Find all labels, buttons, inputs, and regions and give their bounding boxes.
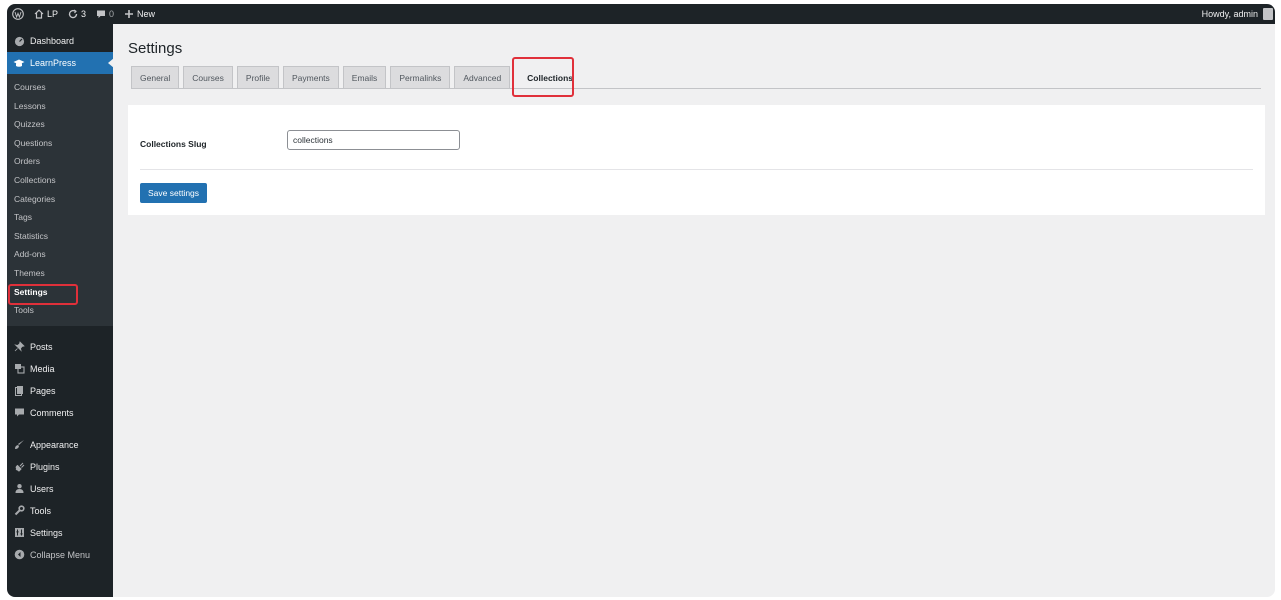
page-title: Settings	[128, 40, 183, 57]
main-content: Settings General Courses Profile Payment…	[113, 24, 1275, 597]
collections-slug-row: Collections Slug	[140, 130, 1253, 170]
tab-advanced[interactable]: Advanced	[454, 66, 511, 88]
menu-settings-label: Settings	[30, 527, 63, 538]
home-icon	[34, 9, 44, 19]
browser-frame: LP 3 0 New Howdy, admin Dashboard LearnP…	[7, 4, 1275, 597]
submenu-collections[interactable]: Collections	[7, 171, 113, 190]
plus-icon	[125, 10, 134, 18]
updates-link[interactable]: 3	[63, 4, 91, 24]
comments-link[interactable]: 0	[91, 4, 119, 24]
my-account[interactable]: Howdy, admin	[1202, 4, 1275, 24]
submenu-add-ons[interactable]: Add-ons	[7, 245, 113, 264]
paintbrush-icon	[13, 439, 25, 451]
menu-media[interactable]: Media	[7, 358, 113, 380]
collections-slug-label: Collections Slug	[140, 139, 207, 149]
dashboard-icon	[13, 35, 25, 47]
menu-comments-label: Comments	[30, 407, 74, 418]
menu-tools[interactable]: Tools	[7, 500, 113, 522]
updates-count: 3	[81, 9, 87, 19]
learnpress-submenu: Courses Lessons Quizzes Questions Orders…	[7, 74, 113, 326]
submenu-themes[interactable]: Themes	[7, 264, 113, 283]
collapse-menu-label: Collapse Menu	[30, 549, 91, 560]
menu-users[interactable]: Users	[7, 478, 113, 500]
tab-permalinks[interactable]: Permalinks	[390, 66, 451, 88]
comments-count: 0	[109, 9, 115, 19]
menu-users-label: Users	[30, 483, 54, 494]
submenu-courses[interactable]: Courses	[7, 78, 113, 97]
menu-dashboard-label: Dashboard	[30, 36, 75, 46]
media-icon	[13, 363, 25, 375]
menu-plugins-label: Plugins	[30, 461, 60, 472]
menu-learnpress-label: LearnPress	[30, 58, 77, 68]
collapse-icon	[13, 549, 25, 561]
submenu-statistics[interactable]: Statistics	[7, 227, 113, 246]
submenu-settings[interactable]: Settings	[7, 283, 113, 305]
menu-appearance-label: Appearance	[30, 439, 79, 450]
comment-icon	[97, 10, 106, 18]
tab-courses[interactable]: Courses	[183, 66, 233, 88]
wrench-icon	[13, 505, 25, 517]
new-content-link[interactable]: New	[119, 4, 160, 24]
submenu-lessons[interactable]: Lessons	[7, 97, 113, 116]
comments-icon	[13, 407, 25, 419]
user-icon	[13, 483, 25, 495]
menu-posts-label: Posts	[30, 341, 53, 352]
settings-panel: Collections Slug Save settings	[128, 105, 1265, 215]
avatar	[1263, 8, 1273, 20]
pin-icon	[13, 341, 25, 353]
menu-plugins[interactable]: Plugins	[7, 456, 113, 478]
menu-tools-label: Tools	[30, 505, 52, 516]
wordpress-logo-button[interactable]	[7, 4, 29, 24]
admin-bar: LP 3 0 New Howdy, admin	[7, 4, 1275, 24]
collections-slug-input[interactable]	[287, 130, 460, 150]
tab-emails[interactable]: Emails	[342, 66, 387, 88]
wordpress-icon	[12, 8, 24, 20]
site-name: LP	[47, 9, 59, 19]
menu-dashboard[interactable]: Dashboard	[7, 30, 113, 52]
tab-profile[interactable]: Profile	[236, 66, 279, 88]
graduation-cap-icon	[13, 57, 25, 69]
pages-icon	[13, 385, 25, 397]
settings-icon	[13, 527, 25, 539]
menu-appearance[interactable]: Appearance	[7, 434, 113, 456]
tab-payments[interactable]: Payments	[283, 66, 339, 88]
plugin-icon	[13, 461, 25, 473]
menu-comments[interactable]: Comments	[7, 402, 113, 424]
menu-media-label: Media	[30, 363, 55, 374]
menu-pages[interactable]: Pages	[7, 380, 113, 402]
site-name-link[interactable]: LP	[29, 4, 63, 24]
save-settings-button[interactable]: Save settings	[140, 183, 208, 203]
submenu-tags[interactable]: Tags	[7, 208, 113, 227]
highlight-box	[512, 57, 575, 97]
submenu-categories[interactable]: Categories	[7, 190, 113, 209]
menu-learnpress[interactable]: LearnPress	[7, 52, 114, 74]
submenu-orders[interactable]: Orders	[7, 152, 113, 171]
howdy-greeting: Howdy, admin	[1201, 9, 1258, 19]
menu-pages-label: Pages	[30, 385, 56, 396]
menu-settings[interactable]: Settings	[7, 522, 113, 544]
updates-icon	[68, 9, 78, 19]
submenu-questions[interactable]: Questions	[7, 134, 113, 153]
settings-tabs: General Courses Profile Payments Emails …	[131, 57, 1261, 97]
tab-general[interactable]: General	[131, 66, 180, 88]
tab-collections[interactable]: Collections	[512, 57, 582, 97]
admin-sidebar: Dashboard LearnPress Courses Lessons Qui…	[7, 24, 114, 597]
collapse-menu-button[interactable]: Collapse Menu	[7, 544, 113, 566]
new-label: New	[137, 9, 156, 19]
submenu-tools[interactable]: Tools	[7, 301, 113, 320]
menu-posts[interactable]: Posts	[7, 336, 113, 358]
submenu-quizzes[interactable]: Quizzes	[7, 115, 113, 134]
